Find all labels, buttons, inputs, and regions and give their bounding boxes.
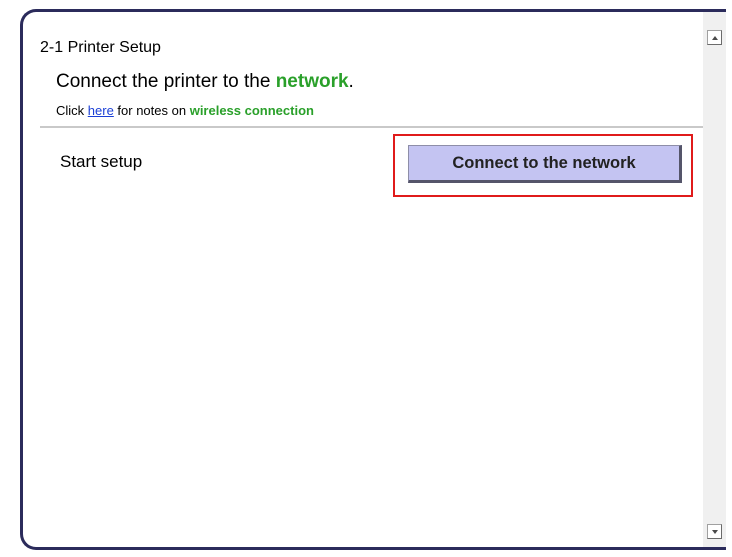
scroll-up-arrow-icon — [711, 35, 718, 40]
instruction-headline: Connect the printer to the network. — [56, 71, 354, 93]
setup-window: 2-1 Printer Setup Connect the printer to… — [20, 9, 726, 550]
instruction-highlight: network — [275, 71, 349, 92]
scroll-up-button[interactable] — [707, 30, 722, 45]
page-title: 2-1 Printer Setup — [40, 39, 161, 56]
here-link[interactable]: here — [88, 103, 114, 118]
wireless-note: Click here for notes on wireless connect… — [56, 103, 314, 118]
connect-network-button[interactable]: Connect to the network — [408, 145, 682, 183]
divider — [40, 126, 703, 128]
scroll-down-button[interactable] — [707, 524, 722, 539]
vertical-scrollbar[interactable] — [703, 12, 726, 547]
instruction-period: . — [348, 71, 354, 92]
note-middle: for notes on — [113, 103, 190, 118]
note-highlight: wireless connection — [189, 103, 314, 118]
scroll-down-arrow-icon — [711, 529, 718, 534]
start-setup-label: Start setup — [60, 152, 143, 171]
setup-content: 2-1 Printer Setup Connect the printer to… — [23, 12, 703, 547]
instruction-text: Connect the printer to the — [56, 71, 276, 92]
note-prefix: Click — [56, 103, 88, 118]
